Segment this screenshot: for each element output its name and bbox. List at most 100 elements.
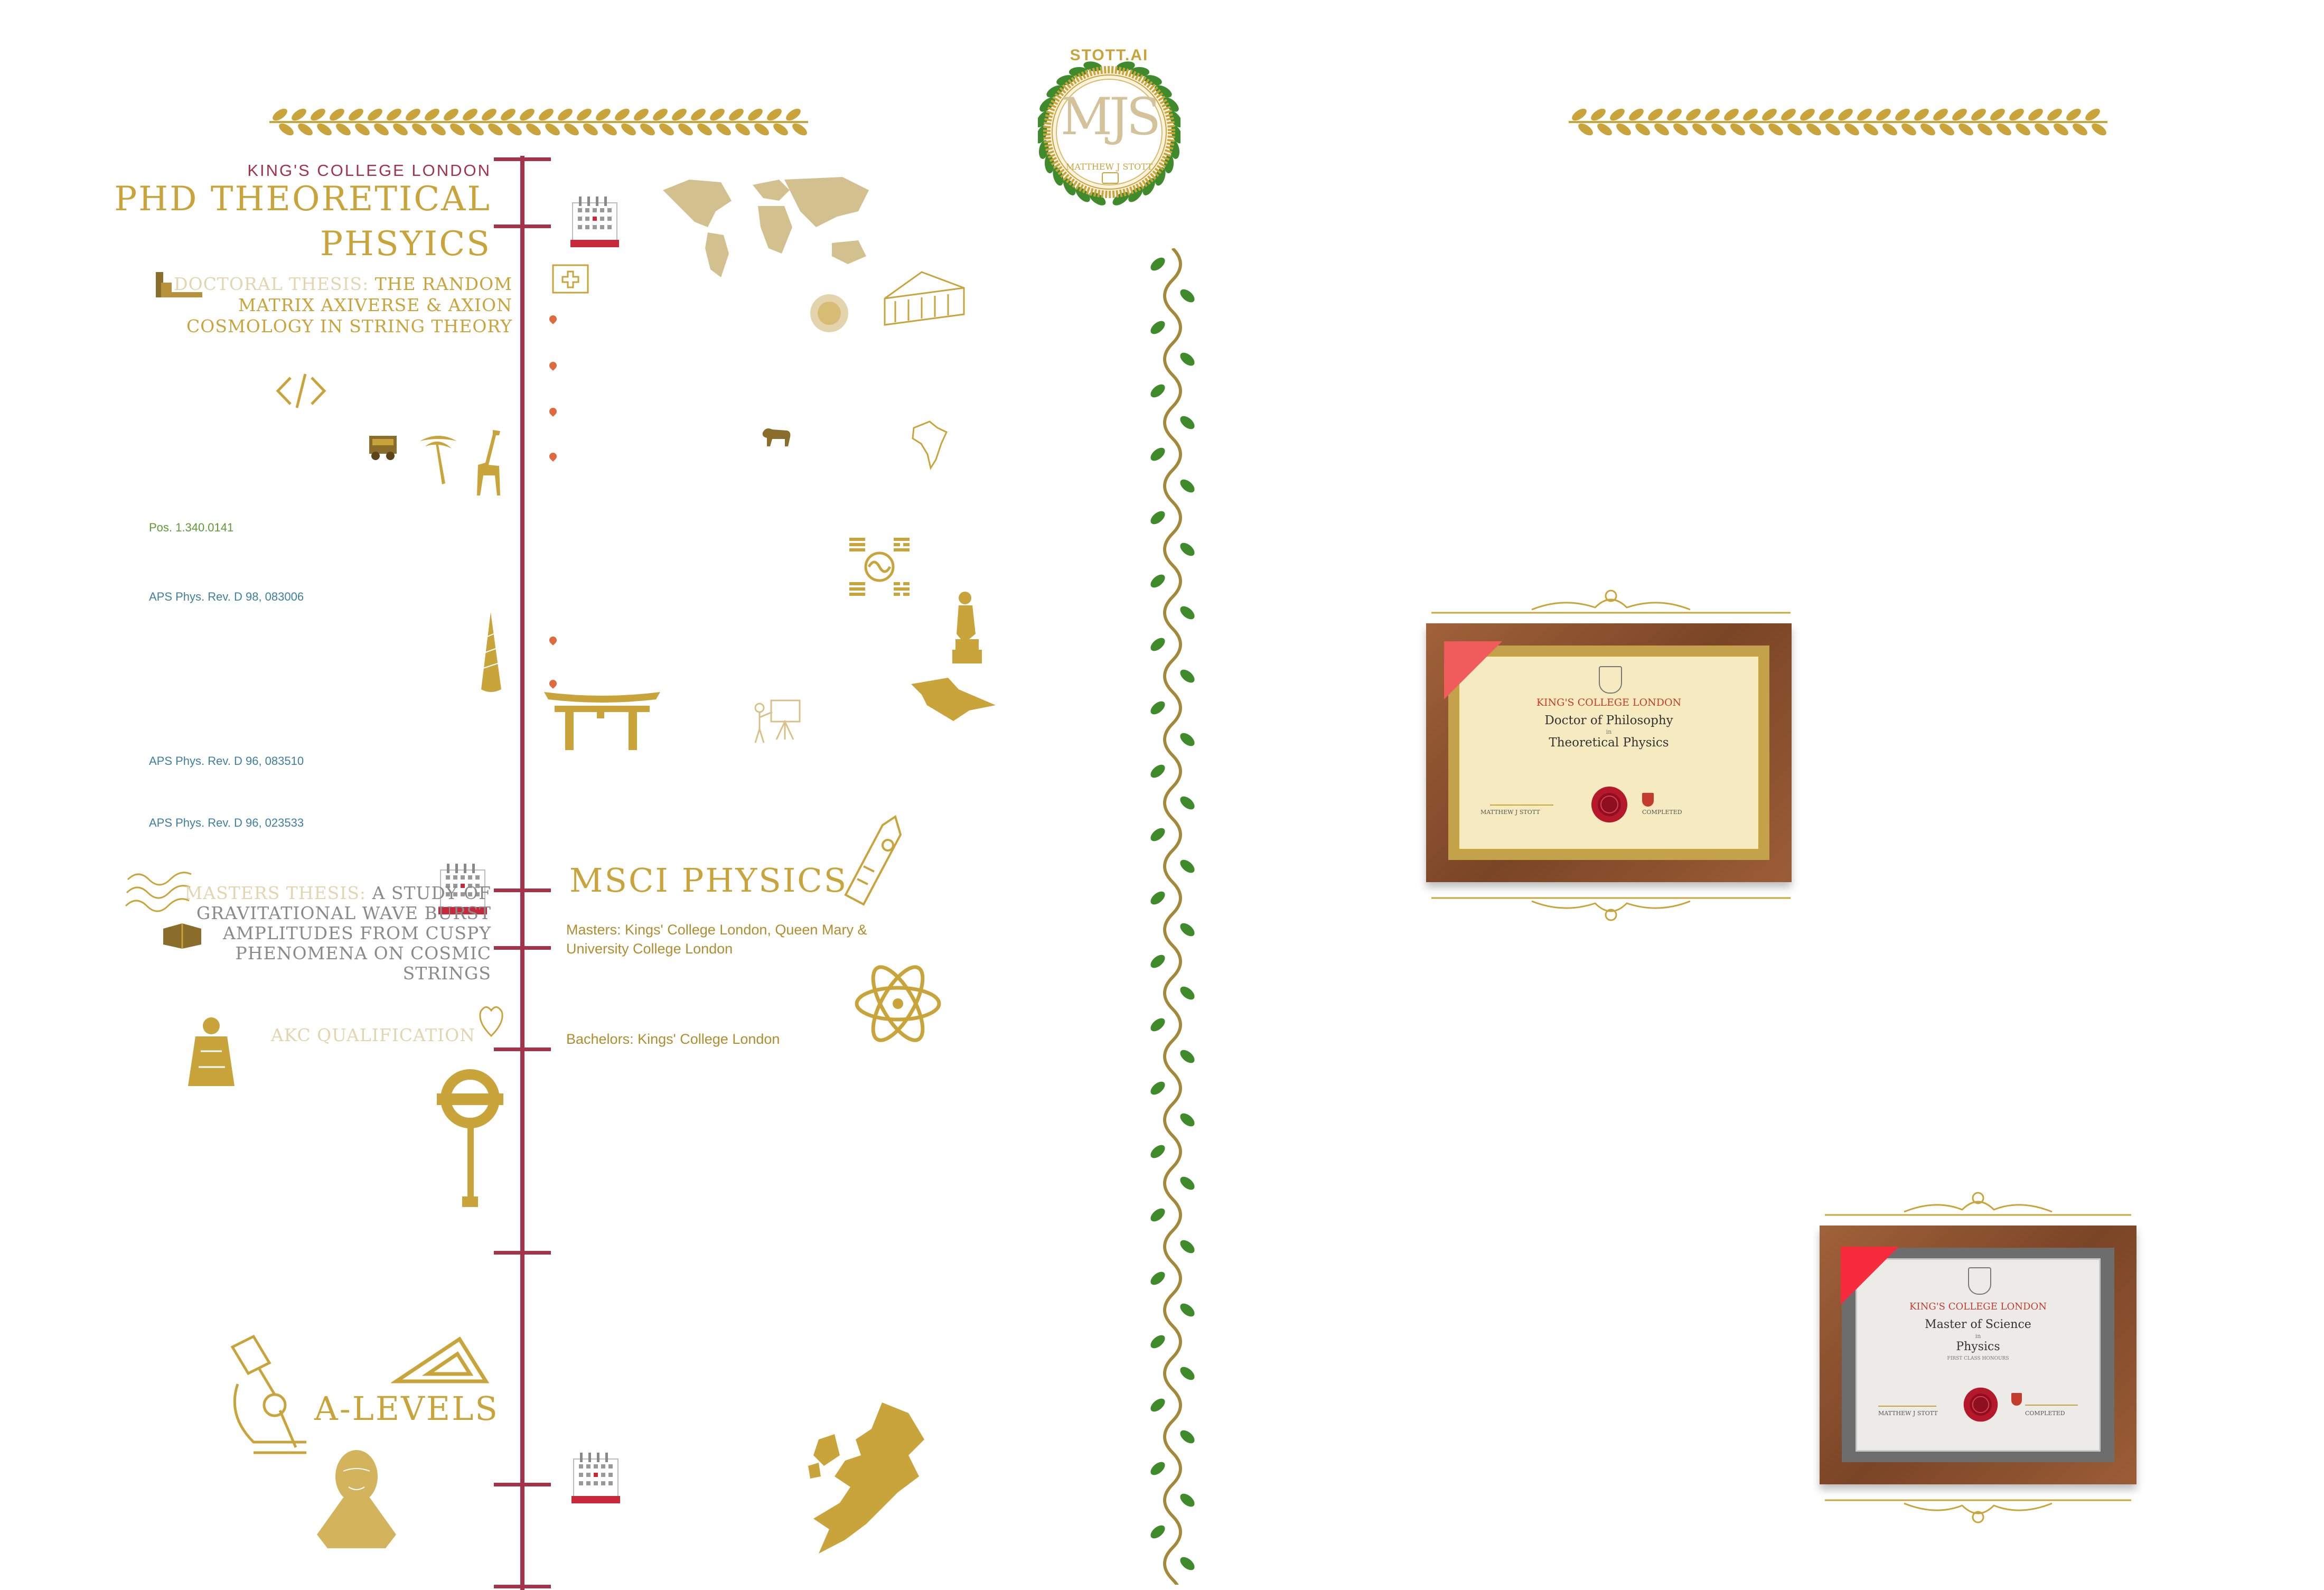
publication-link[interactable]: APS Phys. Rev. D 96, 023533 — [149, 816, 304, 830]
msci-thesis: MASTERS THESIS: A STUDY OF GRAVITATIONAL… — [153, 883, 491, 984]
phd-thesis-line2: MATRIX AXIVERSE & AXION — [238, 295, 512, 315]
bust-icon — [317, 1450, 396, 1548]
msci-thesis-line4: PHENOMENA ON COSMIC STRINGS — [235, 943, 491, 984]
taegeuk-icon[interactable] — [845, 534, 914, 600]
timeline-tick — [494, 225, 551, 228]
msci-thesis-line2: GRAVITATIONAL WAVE BURST — [196, 903, 491, 923]
certificate-honours: FIRST CLASS HONOURS — [1947, 1356, 2009, 1361]
africa-map-icon[interactable] — [908, 417, 951, 470]
museum-icon[interactable] — [879, 267, 969, 330]
unicorn-horn-icon[interactable] — [478, 610, 504, 695]
phd-thesis-line1: THE RANDOM — [374, 274, 512, 294]
certificate-paper: KING'S COLLEGE LONDON Doctor of Philosop… — [1458, 655, 1760, 850]
map-pin-icon[interactable] — [548, 678, 558, 689]
msci-thesis-line1: A STUDY OF — [372, 883, 491, 903]
ornament-divider-icon — [1825, 1192, 2131, 1216]
msci-thesis-label: MASTERS THESIS: — [184, 883, 367, 903]
timeline-tick — [494, 1585, 551, 1588]
statue-icon[interactable] — [948, 586, 985, 666]
msci-masters-line2: University College London — [566, 941, 733, 957]
crest-icon — [2011, 1393, 2022, 1406]
teacher-icon[interactable] — [750, 697, 803, 745]
timeline-tick — [494, 1251, 551, 1255]
set-square-icon[interactable] — [391, 1334, 491, 1387]
map-pin-icon[interactable] — [548, 314, 558, 324]
torii-gate-icon[interactable] — [544, 692, 660, 750]
certificate-subject: Physics — [1956, 1340, 2000, 1353]
crest-icon — [1642, 793, 1654, 807]
certificate-connector: in — [1975, 1333, 1981, 1340]
timeline-axis — [520, 156, 524, 1590]
timeline-tick — [494, 157, 551, 161]
certificate-crest-icon — [1599, 666, 1622, 694]
phd-title-line1: PHD THEORETICAL — [114, 180, 491, 219]
atom-icon[interactable] — [853, 961, 943, 1046]
certificate-degree: Doctor of Philosophy — [1544, 714, 1673, 727]
wax-seal-icon — [1591, 787, 1627, 822]
certificate-degree: Master of Science — [1925, 1318, 2031, 1331]
msci-masters: Masters: Kings' College London, Queen Ma… — [566, 920, 867, 958]
certificate-signatory: MATTHEW J STOTT — [1480, 809, 1540, 816]
underground-sign-icon[interactable] — [436, 1067, 504, 1210]
europe-map-icon[interactable] — [803, 1397, 930, 1556]
logo-brand: STOTT.AI — [1070, 46, 1149, 64]
signature-icon — [1878, 1385, 1936, 1407]
logo-crest-icon — [1102, 172, 1119, 184]
signature-icon — [2025, 1393, 2078, 1406]
vine-icon — [1150, 248, 1195, 1585]
jeep-icon[interactable] — [367, 431, 399, 462]
msci-masters-line1: Masters: Kings' College London, Queen Ma… — [566, 922, 867, 938]
lion-icon[interactable] — [761, 425, 792, 449]
palm-tree-icon[interactable] — [415, 431, 462, 489]
giraffe-icon[interactable] — [467, 428, 510, 497]
phd-institution: KING'S COLLEGE LONDON — [247, 161, 491, 180]
world-map-icon[interactable] — [658, 169, 879, 283]
msci-thesis-line3: AMPLITUDES FROM CUSPY — [223, 923, 491, 943]
publication-link[interactable]: APS Phys. Rev. D 96, 083510 — [149, 754, 304, 768]
certificate-subject: Theoretical Physics — [1549, 736, 1669, 750]
certificate-signatory: MATTHEW J STOTT — [1878, 1410, 1938, 1417]
phd-thesis-label: DOCTORAL THESIS: — [174, 274, 369, 294]
timeline-tick — [494, 946, 551, 950]
code-icon[interactable] — [275, 370, 327, 412]
ornament-divider-icon — [1431, 897, 1791, 921]
msci-title: MSCI PHYSICS — [569, 861, 848, 900]
map-pin-icon[interactable] — [548, 406, 558, 417]
map-pin-icon[interactable] — [548, 360, 558, 371]
ornament-divider-icon — [1431, 590, 1791, 614]
calendar-icon[interactable] — [571, 1452, 620, 1504]
certificate-crest-icon — [1968, 1267, 1991, 1295]
laurel-garland-icon — [269, 108, 808, 136]
certificate-institution: KING'S COLLEGE LONDON — [1536, 697, 1682, 708]
hay-bale-icon — [810, 294, 848, 332]
msci-bachelors: Bachelors: Kings' College London — [566, 1031, 780, 1047]
publication-link[interactable]: APS Phys. Rev. D 98, 083006 — [149, 590, 304, 604]
timeline-tick — [494, 1483, 551, 1486]
alevels-title: A-LEVELS — [314, 1389, 499, 1428]
big-ben-icon[interactable] — [842, 813, 906, 906]
corner-ribbon — [1444, 641, 1502, 699]
certificate-frame[interactable]: KING'S COLLEGE LONDON Doctor of Philosop… — [1426, 623, 1792, 882]
calendar-icon[interactable] — [570, 195, 619, 248]
akc-qualification: AKC QUALIFICATION — [270, 1025, 475, 1045]
timeline-tick — [494, 888, 551, 892]
certificate-frame[interactable]: KING'S COLLEGE LONDON Master of Science … — [1820, 1226, 2136, 1484]
palace-icon[interactable] — [906, 668, 1001, 726]
logo-name: MATTHEW J STOTT — [1066, 162, 1152, 172]
certificate-connector: in — [1606, 728, 1612, 735]
certificate-status: COMPLETED — [1642, 809, 1682, 816]
heart-anatomy-icon — [479, 1006, 503, 1037]
publication-link[interactable]: Pos. 1.340.0141 — [149, 521, 233, 535]
logo-badge[interactable]: STOTT.AI MJS MATTHEW J STOTT — [1036, 5, 1183, 232]
medical-cross-icon[interactable] — [552, 264, 589, 294]
signature-icon — [1490, 783, 1553, 806]
phd-thesis-line3: COSMOLOGY IN STRING THEORY — [186, 316, 512, 336]
timeline-tick — [494, 1047, 551, 1051]
logo-monogram: MJS — [1060, 87, 1161, 146]
phd-thesis: DOCTORAL THESIS: THE RANDOM MATRIX AXIVE… — [158, 274, 512, 337]
corner-ribbon — [1841, 1247, 1899, 1305]
microscope-icon[interactable] — [222, 1331, 312, 1458]
map-pin-icon[interactable] — [548, 451, 558, 462]
laurel-garland-icon — [1569, 108, 2107, 136]
map-pin-icon[interactable] — [548, 635, 558, 646]
